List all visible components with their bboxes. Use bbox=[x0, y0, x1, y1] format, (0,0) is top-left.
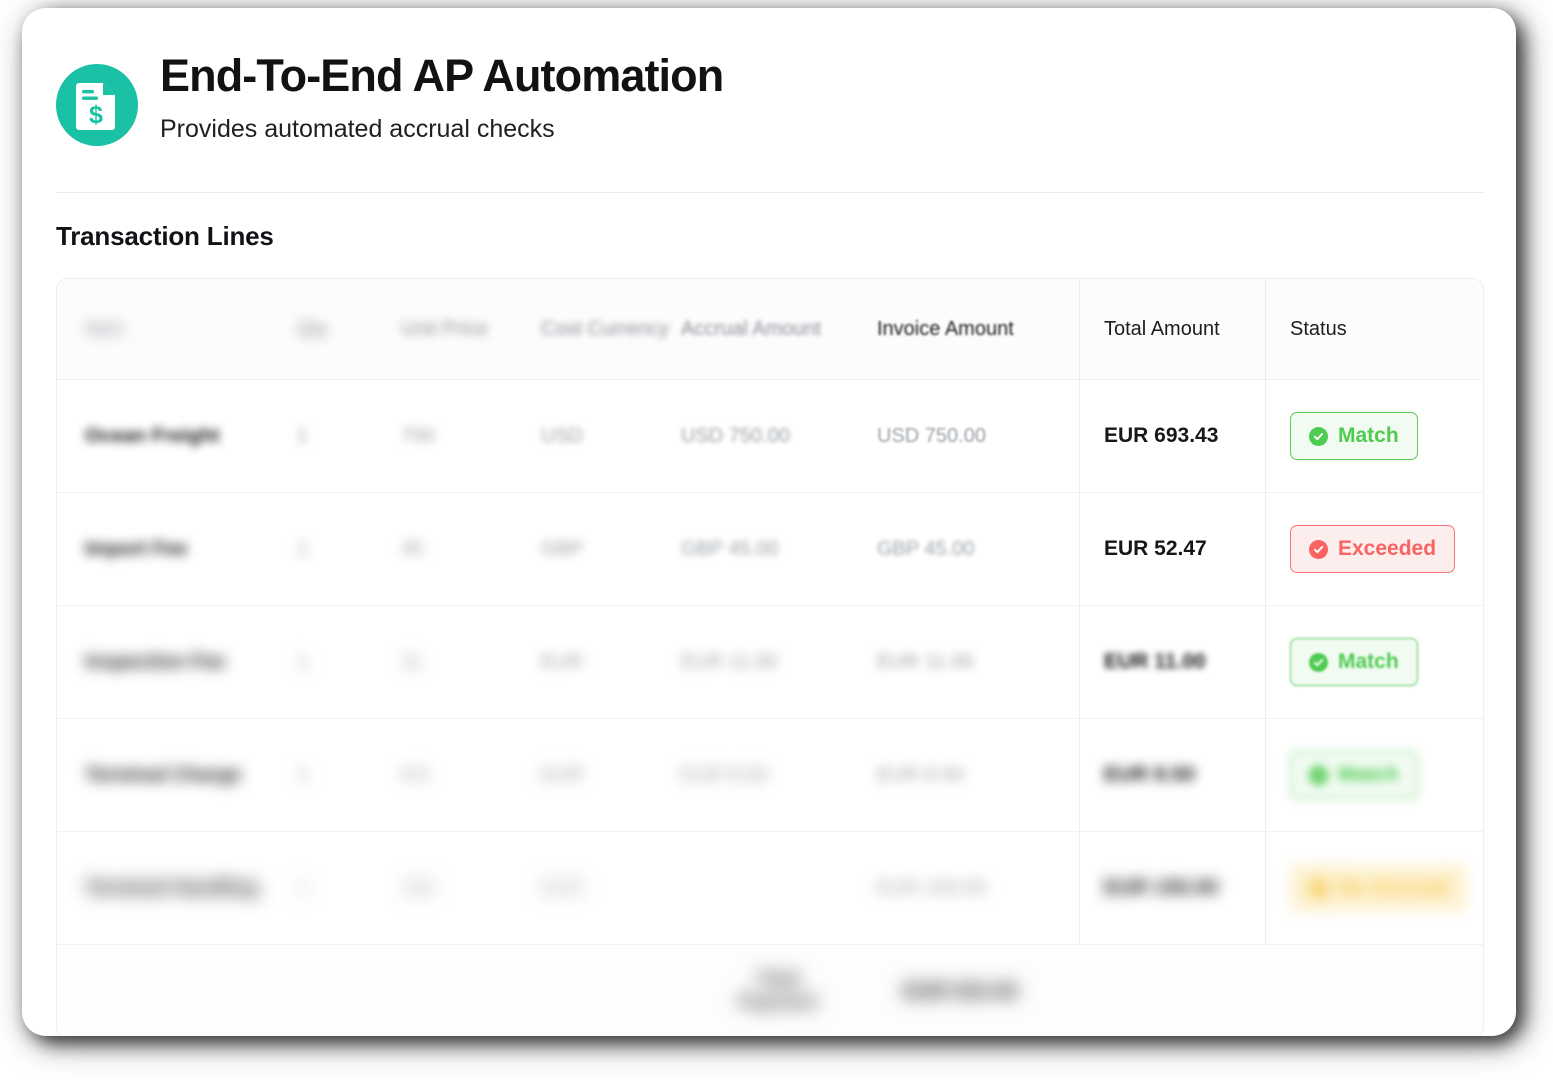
cell-status: Match bbox=[1265, 606, 1483, 718]
cell-unit-price: 750 bbox=[401, 424, 435, 447]
column-header-accrual-amount[interactable]: Accrual Amount bbox=[681, 318, 877, 341]
table-row[interactable]: Ocean Freight 1 750 USD USD 750.00 USD 7… bbox=[57, 379, 1483, 492]
alert-circle-icon bbox=[1309, 539, 1328, 559]
column-header-qty[interactable]: Qty bbox=[297, 318, 401, 341]
ap-automation-card: $ End-To-End AP Automation Provides auto… bbox=[22, 8, 1516, 1036]
title-block: End-To-End AP Automation Provides automa… bbox=[160, 48, 724, 144]
card-header: $ End-To-End AP Automation Provides auto… bbox=[22, 8, 1516, 146]
table-header-row: Item Qty Unit Price Cost Currency Accrua… bbox=[57, 279, 1483, 379]
cell-accrual-amount: EUR 11.00 bbox=[681, 650, 778, 673]
cell-status: Exceeded bbox=[1265, 493, 1483, 605]
cell-invoice-amount: EUR 11.00 bbox=[877, 650, 974, 673]
cell-total-amount: EUR 150.00 bbox=[1079, 832, 1265, 944]
table-total-row: Total Payment EUR 915.40 bbox=[57, 944, 1483, 1036]
column-header-cost-currency[interactable]: Cost Currency bbox=[541, 318, 681, 341]
page-subtitle: Provides automated accrual checks bbox=[160, 115, 555, 144]
column-header-total-amount[interactable]: Total Amount bbox=[1079, 279, 1265, 379]
status-label: Match bbox=[1338, 424, 1399, 447]
cell-total-amount: EUR 8.50 bbox=[1079, 719, 1265, 831]
check-circle-icon bbox=[1309, 652, 1328, 672]
cell-accrual-amount: EUR 8.50 bbox=[681, 763, 768, 786]
total-payment-label: Total Payment bbox=[738, 969, 818, 1013]
status-label: Match bbox=[1338, 650, 1399, 673]
cell-qty: 1 bbox=[297, 424, 309, 447]
cell-item: Inspection Fee bbox=[85, 650, 226, 673]
cell-item: Terminal Handling bbox=[85, 876, 258, 899]
status-badge[interactable]: Exceeded bbox=[1290, 525, 1456, 573]
cell-total-amount: EUR 52.47 bbox=[1079, 493, 1265, 605]
status-label: No Accrual bbox=[1338, 876, 1449, 899]
column-header-unit-price[interactable]: Unit Price bbox=[401, 318, 541, 341]
cell-accrual-amount: GBP 45.00 bbox=[681, 537, 779, 560]
section-title: Transaction Lines bbox=[56, 221, 274, 251]
cell-item: Terminal Charge bbox=[85, 763, 242, 786]
cell-unit-price: 45 bbox=[401, 537, 424, 560]
status-badge[interactable]: Match bbox=[1290, 638, 1418, 686]
cell-qty: 1 bbox=[297, 876, 309, 899]
status-badge[interactable]: No Accrual bbox=[1290, 864, 1468, 912]
cell-qty: 1 bbox=[297, 537, 309, 560]
cell-status: No Accrual bbox=[1265, 832, 1483, 944]
cell-invoice-amount: GBP 45.00 bbox=[877, 537, 975, 560]
cell-qty: 1 bbox=[297, 763, 309, 786]
screenshot-stage: $ End-To-End AP Automation Provides auto… bbox=[0, 0, 1553, 1080]
cell-cost-currency: EUR bbox=[541, 650, 584, 673]
cell-accrual-amount: USD 750.00 bbox=[681, 424, 790, 447]
table-row[interactable]: Terminal Charge 1 8.5 EUR EUR 8.50 EUR 8… bbox=[57, 718, 1483, 831]
cell-status: Match bbox=[1265, 719, 1483, 831]
cell-cost-currency: EUR bbox=[541, 876, 584, 899]
table-row[interactable]: Inspection Fee 1 11 EUR EUR 11.00 EUR 11… bbox=[57, 605, 1483, 718]
cell-cost-currency: USD bbox=[541, 424, 584, 447]
page-title: End-To-End AP Automation bbox=[160, 50, 724, 101]
cell-cost-currency: EUR bbox=[541, 763, 584, 786]
status-label: Exceeded bbox=[1338, 537, 1437, 560]
cell-unit-price: 8.5 bbox=[401, 763, 429, 786]
check-circle-icon bbox=[1309, 426, 1328, 446]
cell-unit-price: 11 bbox=[401, 650, 422, 673]
cell-cost-currency: GBP bbox=[541, 537, 584, 560]
column-header-item[interactable]: Item bbox=[57, 318, 297, 341]
status-badge[interactable]: Match bbox=[1290, 751, 1418, 799]
status-badge[interactable]: Match bbox=[1290, 412, 1418, 460]
status-label: Match bbox=[1338, 763, 1399, 786]
warning-circle-icon bbox=[1309, 878, 1328, 898]
column-header-status[interactable]: Status bbox=[1265, 279, 1483, 379]
table-row[interactable]: Import Fee 1 45 GBP GBP 45.00 GBP 45.00 … bbox=[57, 492, 1483, 605]
cell-status: Match bbox=[1265, 380, 1483, 492]
invoice-dollar-icon: $ bbox=[56, 64, 138, 146]
column-header-invoice-amount[interactable]: Invoice Amount bbox=[877, 318, 1079, 341]
cell-invoice-amount: EUR 8.50 bbox=[877, 763, 964, 786]
cell-item: Ocean Freight bbox=[85, 424, 220, 447]
header-divider bbox=[56, 192, 1484, 193]
transaction-lines-table: Item Qty Unit Price Cost Currency Accrua… bbox=[56, 278, 1484, 1036]
cell-total-amount: EUR 11.00 bbox=[1079, 606, 1265, 718]
total-payment-amount-cell: EUR 915.40 bbox=[903, 979, 1018, 1003]
cell-total-amount: EUR 693.43 bbox=[1079, 380, 1265, 492]
svg-text:$: $ bbox=[89, 101, 103, 129]
table-row[interactable]: Terminal Handling 1 150 EUR EUR 150.00 E… bbox=[57, 831, 1483, 944]
cell-unit-price: 150 bbox=[401, 876, 435, 899]
check-circle-icon bbox=[1309, 765, 1328, 785]
cell-qty: 1 bbox=[297, 650, 309, 673]
cell-item: Import Fee bbox=[85, 537, 188, 560]
cell-invoice-amount: USD 750.00 bbox=[877, 424, 986, 447]
cell-invoice-amount: EUR 150.00 bbox=[877, 876, 986, 899]
